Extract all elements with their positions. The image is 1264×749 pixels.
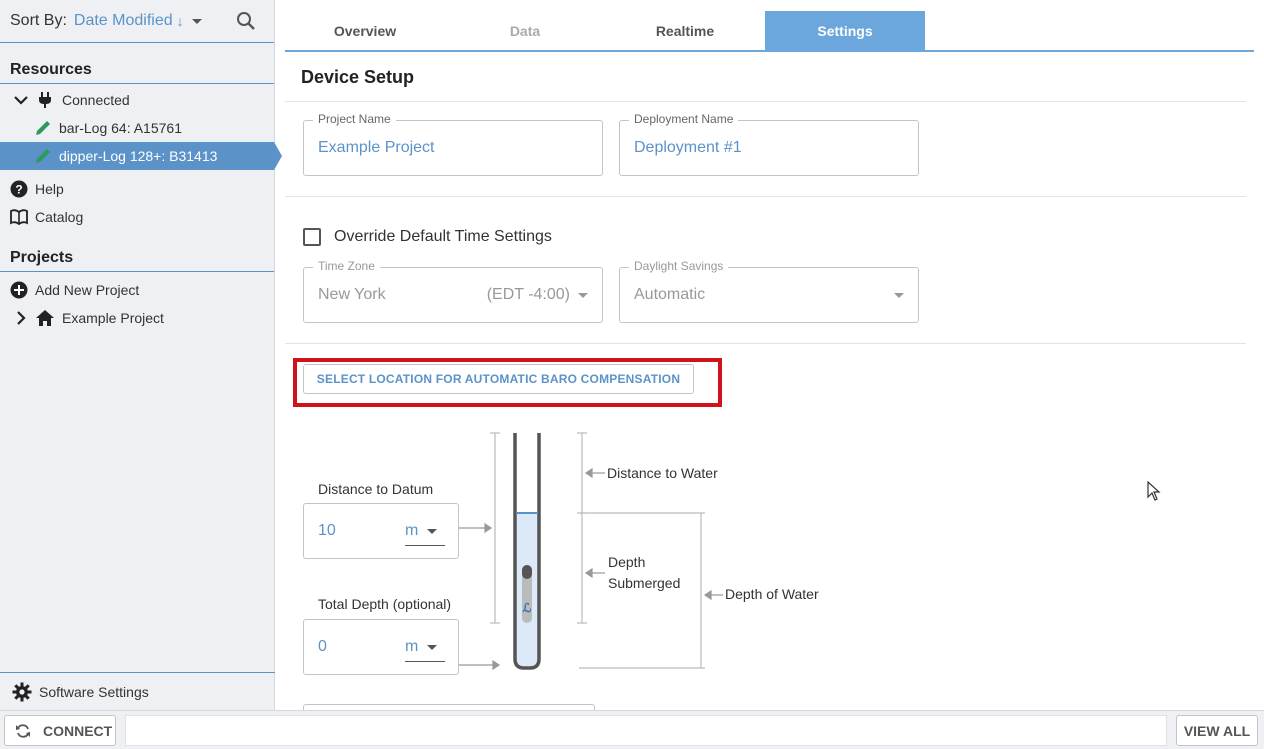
chevron-down-icon[interactable] [894,293,904,298]
tab-overview[interactable]: Overview [285,11,445,50]
mouse-cursor-icon [1147,480,1161,504]
chevron-right-icon[interactable] [12,309,30,327]
divider [285,196,1246,197]
add-new-project-button[interactable]: Add New Project [0,276,274,304]
sidebar-item-help[interactable]: ? Help [0,175,274,203]
software-settings-label: Software Settings [39,683,149,700]
sidebar-item-label: dipper-Log 128+: B31413 [59,148,218,164]
svg-text:ℒ: ℒ [523,601,532,615]
project-name-label: Project Name [313,112,396,126]
tab-data[interactable]: Data [445,11,605,50]
deployment-name-value[interactable]: Deployment #1 [634,139,742,157]
tab-settings[interactable]: Settings [765,11,925,50]
svg-text:?: ? [15,183,22,197]
override-label: Override Default Time Settings [334,228,552,245]
time-zone-value: New York [318,286,386,303]
daylight-savings-value: Automatic [634,286,706,303]
checkbox-icon[interactable] [303,228,321,246]
distance-to-datum-label: Distance to Datum [318,481,434,497]
sidebar: Sort By: Date Modified ↓ Resources Conne… [0,0,282,710]
total-depth-label: Total Depth (optional) [318,596,452,612]
daylight-savings-label: Daylight Savings [629,259,729,273]
sort-value-dropdown[interactable]: Date Modified [74,12,173,30]
time-zone-label: Time Zone [313,259,380,273]
main-panel: Overview Data Realtime Settings Device S… [275,0,1264,710]
total-depth-unit-select[interactable]: m [405,638,445,662]
view-all-button[interactable]: VIEW ALL [1176,715,1258,746]
distance-to-water-label: Distance to Water [607,465,718,481]
search-icon[interactable] [236,11,256,31]
example-project-label: Example Project [62,310,164,326]
help-icon: ? [10,180,28,198]
override-time-settings-checkbox[interactable]: Override Default Time Settings [303,228,552,246]
deployment-name-field[interactable]: Deployment Name Deployment #1 [619,112,919,176]
page-title: Device Setup [301,67,415,87]
sidebar-item-label: bar-Log 64: A15761 [59,120,182,136]
connected-group[interactable]: Connected [0,86,274,114]
project-name-value[interactable]: Example Project [318,139,435,157]
plug-icon [36,91,54,109]
tab-bar: Overview Data Realtime Settings [285,11,1254,52]
project-name-field[interactable]: Project Name Example Project [303,112,603,176]
connect-button[interactable]: CONNECT [4,715,116,746]
sidebar-item-device[interactable]: bar-Log 64: A15761 [0,114,274,142]
add-project-label: Add New Project [35,282,140,298]
distance-unit-select[interactable]: m [405,522,445,546]
depth-of-water-label: Depth of Water [725,586,819,602]
divider [285,343,1246,344]
sidebar-item-example-project[interactable]: Example Project [0,304,274,332]
distance-to-datum-field[interactable]: 10 m [303,503,459,559]
pencil-icon [34,119,52,137]
software-settings-button[interactable]: Software Settings [0,672,275,710]
depth-submerged-line1: Depth [608,554,646,570]
chevron-down-icon[interactable] [427,529,437,534]
book-icon [10,208,28,226]
help-label: Help [35,181,64,197]
projects-heading: Projects [0,244,274,272]
sort-label: Sort By: [10,12,67,29]
sidebar-item-device-selected[interactable]: dipper-Log 128+: B31413 [0,142,282,170]
chevron-down-icon[interactable] [12,91,30,109]
connect-label: CONNECT [43,722,113,739]
status-field [125,715,1167,746]
resources-heading: Resources [0,56,274,84]
tab-realtime[interactable]: Realtime [605,11,765,50]
bottom-bar: CONNECT VIEW ALL [0,710,1264,749]
gear-icon [12,682,32,702]
add-circle-icon [10,281,28,299]
catalog-label: Catalog [35,209,84,225]
divider [285,101,1246,102]
connected-label: Connected [62,92,130,108]
home-icon [36,309,54,327]
chevron-down-icon[interactable] [578,293,588,298]
total-depth-input[interactable]: 0 [318,638,327,656]
time-zone-select[interactable]: Time Zone New York (EDT -4:00) [303,259,603,323]
select-baro-location-button[interactable]: SELECT LOCATION FOR AUTOMATIC BARO COMPE… [303,364,694,394]
distance-to-datum-input[interactable]: 10 [318,522,336,540]
total-depth-field[interactable]: 0 m [303,619,459,675]
sidebar-item-catalog[interactable]: Catalog [0,203,274,231]
deployment-name-label: Deployment Name [629,112,739,126]
time-zone-offset: (EDT -4:00) [486,286,570,303]
chevron-down-icon[interactable] [427,645,437,650]
depth-submerged-line2: Submerged [608,575,681,591]
sort-bar: Sort By: Date Modified ↓ [0,0,274,43]
daylight-savings-select[interactable]: Daylight Savings Automatic [619,259,919,323]
chevron-down-icon[interactable] [191,18,202,24]
refresh-icon [15,723,31,739]
pencil-icon [34,147,52,165]
depth-submerged-label: Depth Submerged [608,552,680,594]
sort-direction-icon[interactable]: ↓ [177,13,184,29]
